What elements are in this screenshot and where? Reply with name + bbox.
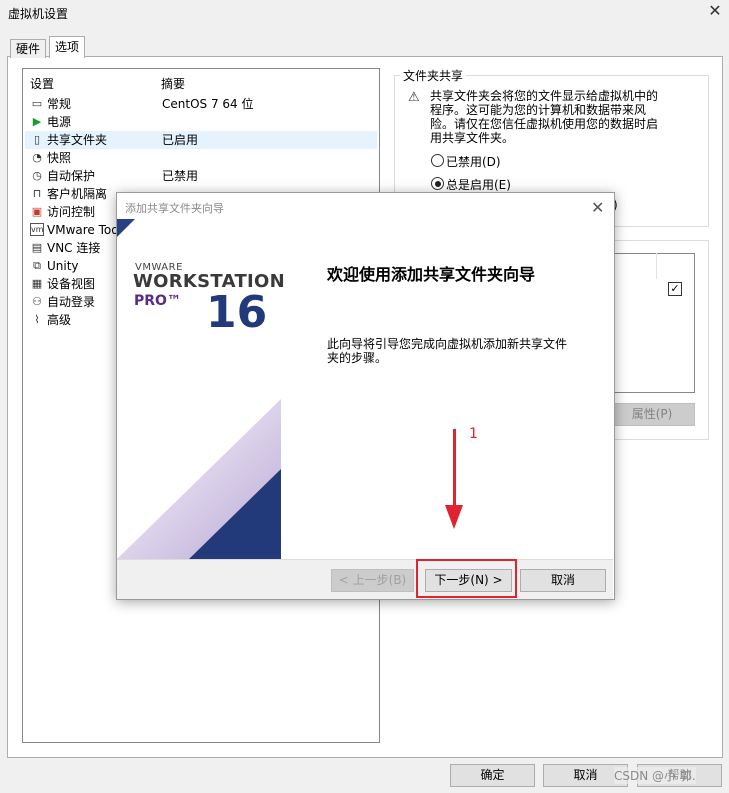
settings-item-label: VMware Too [47, 223, 119, 237]
warning-icon: ⚠ [408, 90, 420, 105]
settings-item-label: VNC 连接 [47, 241, 101, 255]
back-button[interactable]: < 上一步(B) [331, 569, 414, 592]
settings-item-summary: 已启用 [162, 133, 199, 147]
settings-item-power[interactable]: ▶ 电源 [25, 113, 377, 131]
settings-item-label: 常规 [47, 97, 72, 111]
shared-folder-icon: ▯ [33, 133, 41, 146]
settings-item-label: 客户机隔离 [47, 187, 108, 201]
annotation-arrow [445, 429, 463, 529]
monitor-icon: ▭ [31, 97, 43, 110]
lock-icon: ⊓ [32, 187, 42, 200]
settings-item-general[interactable]: ▭ 常规 CentOS 7 64 位 [25, 95, 377, 113]
column-header-summary[interactable]: 摘要 [161, 75, 185, 92]
wizard-heading: 欢迎使用添加共享文件夹向导 [327, 265, 536, 284]
autologin-icon: ⚇ [32, 295, 42, 308]
wizard-title: 添加共享文件夹向导 [125, 202, 224, 215]
settings-item-label: 电源 [47, 115, 72, 129]
vmware-tools-icon: vm [30, 223, 44, 236]
wizard-close-icon[interactable]: ✕ [591, 198, 604, 217]
settings-item-label: 自动登录 [47, 295, 96, 309]
wizard-cancel-button[interactable]: 取消 [520, 569, 606, 592]
settings-item-summary: 已禁用 [162, 169, 199, 183]
settings-item-label: Unity [47, 259, 79, 273]
brand-pro: PRO™ [134, 293, 181, 309]
clock-icon: ◷ [32, 169, 42, 182]
folders-column-divider [656, 253, 657, 279]
close-icon[interactable]: ✕ [706, 2, 724, 20]
radio-always-enabled-label[interactable]: 总是启用(E) [446, 176, 511, 193]
vnc-icon: ▤ [31, 241, 43, 254]
advanced-icon: ⌇ [34, 313, 40, 326]
settings-item-summary: CentOS 7 64 位 [162, 97, 254, 111]
play-icon: ▶ [32, 115, 42, 128]
wizard-description: 此向导将引导您完成向虚拟机添加新共享文件夹的步骤。 [327, 337, 568, 365]
settings-item-label: 共享文件夹 [47, 133, 108, 147]
snapshot-icon: ◔ [32, 151, 42, 164]
unity-icon: ⧉ [33, 259, 41, 272]
access-control-icon: ▣ [31, 205, 43, 218]
device-view-icon: ▦ [31, 277, 43, 290]
radio-disabled[interactable] [431, 154, 444, 167]
settings-item-label: 自动保护 [47, 169, 96, 183]
properties-button[interactable]: 属性(P) [609, 403, 695, 426]
ok-button[interactable]: 确定 [450, 764, 535, 787]
radio-disabled-label[interactable]: 已禁用(D) [446, 153, 501, 170]
folder-enabled-checkbox[interactable]: ✓ [668, 282, 682, 296]
column-header-setting[interactable]: 设置 [30, 75, 54, 92]
radio-always-enabled[interactable] [431, 177, 444, 190]
settings-item-label: 设备视图 [47, 277, 96, 291]
tab-options[interactable]: 选项 [49, 36, 86, 58]
settings-item-snapshots[interactable]: ◔ 快照 [25, 149, 377, 167]
brand-version: 16 [206, 287, 268, 338]
folder-sharing-group-title: 文件夹共享 [400, 67, 467, 84]
settings-item-autoprotect[interactable]: ◷ 自动保护 已禁用 [25, 167, 377, 185]
window-title: 虚拟机设置 [8, 7, 69, 21]
settings-item-label: 访问控制 [47, 205, 96, 219]
settings-item-shared-folders[interactable]: ▯ 共享文件夹 已启用 [25, 131, 377, 149]
highlight-box [416, 559, 517, 598]
tab-hardware[interactable]: 硬件 [10, 39, 47, 58]
settings-item-label: 高级 [47, 313, 72, 327]
settings-item-label: 快照 [47, 151, 72, 165]
warning-text: 共享文件夹会将您的文件显示给虚拟机中的程序。这可能为您的计算机和数据带来风险。请… [430, 89, 659, 145]
watermark: CSDN @小 郭. [614, 767, 696, 784]
